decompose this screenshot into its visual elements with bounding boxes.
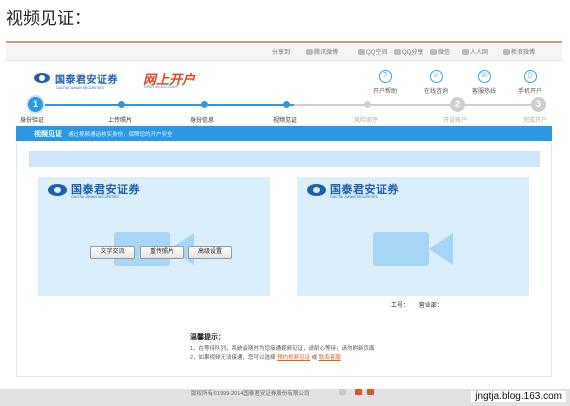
tips-line-2: 2，如果视频无法接通，您可以选择 预约视频见证 或 联系客服 bbox=[190, 355, 341, 361]
brand-logo-icon bbox=[307, 184, 326, 196]
mobile-open-link[interactable]: ▯ 手机开户 bbox=[510, 70, 550, 95]
brand-subtitle: GUOTAI JUNAN SECURITIES bbox=[56, 86, 104, 90]
brand-name: 国泰君安证券 bbox=[55, 75, 118, 86]
status-strip bbox=[29, 151, 540, 167]
book-video-link[interactable]: 预约视频见证 bbox=[277, 355, 310, 361]
page-caption: 视频见证： bbox=[6, 9, 91, 29]
contact-service-link[interactable]: 联系客服 bbox=[319, 355, 341, 361]
agent-info: 工号： 营业部： bbox=[391, 300, 443, 309]
section-subtitle: 通过视频通话核实身份，保障您的开户安全 bbox=[68, 132, 173, 138]
brand-logo-icon bbox=[48, 184, 67, 196]
panel-brand-subtitle: GUOTAI JUNAN SECURITIES bbox=[330, 195, 378, 199]
sina-weibo-icon bbox=[503, 49, 510, 56]
qzone-icon bbox=[358, 49, 365, 56]
step-1-circle: 1 bbox=[28, 97, 43, 112]
agent-id-label: 工号： bbox=[391, 303, 410, 309]
step-label-complete: 完成开户 bbox=[523, 118, 548, 124]
step-label-identity-verify: 身份验证 bbox=[20, 118, 45, 124]
progress-track-done bbox=[31, 104, 294, 106]
tips-heading: 温馨提示： bbox=[190, 334, 225, 341]
page-footer: 版权所有©1999-2014国泰君安证券股份有限公司 jngtja.blog.1… bbox=[0, 389, 570, 406]
customer-video-panel: 国泰君安证券 GUOTAI JUNAN SECURITIES bbox=[38, 177, 270, 296]
progress-track-todo bbox=[294, 104, 538, 106]
consult-icon: ☺ bbox=[429, 70, 443, 83]
footer-cert-icon bbox=[367, 389, 374, 395]
step-3-circle: 3 bbox=[531, 97, 546, 112]
tencent-weibo-icon bbox=[306, 49, 313, 56]
step-risk-dot bbox=[364, 101, 371, 108]
copyright-text: 版权所有©1999-2014国泰君安证券股份有限公司 bbox=[191, 391, 310, 397]
mobile-icon: ▯ bbox=[523, 70, 537, 83]
share-qzone[interactable]: QQ空间 bbox=[358, 47, 387, 56]
blog-watermark: jngtja.blog.163.com bbox=[471, 391, 566, 402]
online-consult-link[interactable]: ☺ 在线咨询 bbox=[416, 70, 456, 95]
step-label-risk: 风险测评 bbox=[354, 118, 379, 124]
step-label-open-account: 开设账户 bbox=[443, 118, 468, 124]
share-qq[interactable]: QQ分享 bbox=[394, 47, 423, 56]
step-label-upload: 上传照片 bbox=[108, 118, 133, 124]
help-icon: ? bbox=[378, 70, 392, 83]
share-label: 分享到 bbox=[272, 50, 291, 56]
advanced-settings-button[interactable]: 高级设置 bbox=[188, 246, 232, 259]
step-video-dot bbox=[283, 101, 290, 108]
step-upload-dot bbox=[118, 101, 125, 108]
online-account-subtitle: OPEN AN ACCOUNT bbox=[144, 85, 178, 89]
share-sina-weibo[interactable]: 新浪微博 bbox=[503, 47, 535, 56]
hotline-link[interactable]: ☏ 客服热线 bbox=[464, 70, 504, 95]
agent-video-panel: 国泰君安证券 GUOTAI JUNAN SECURITIES bbox=[297, 177, 529, 296]
share-tencent-weibo[interactable]: 腾讯微博 bbox=[306, 47, 338, 56]
help-link[interactable]: ? 开户帮助 bbox=[365, 70, 405, 95]
section-bar: 视频见证 通过视频通话核实身份，保障您的开户安全 bbox=[16, 126, 552, 141]
share-wechat[interactable]: 微信 bbox=[430, 47, 450, 56]
video-camera-icon bbox=[373, 232, 453, 266]
share-bar: 分享到 腾讯微博 QQ空间 QQ分享 微信 人人网 新浪微博 bbox=[6, 43, 562, 61]
section-title: 视频见证 bbox=[34, 131, 62, 138]
progress-steps: 1 2 3 身份验证 上传照片 身份信息 视频见证 风险测评 开设账户 完成开户 bbox=[6, 97, 562, 124]
step-label-identity-info: 身份信息 bbox=[190, 118, 215, 124]
reupload-photo-button[interactable]: 重传照片 bbox=[140, 246, 184, 259]
brand-logo-icon bbox=[34, 73, 50, 83]
video-content: 国泰君安证券 GUOTAI JUNAN SECURITIES 国泰君安证券 GU… bbox=[16, 141, 552, 377]
step-identity-dot bbox=[201, 101, 208, 108]
text-chat-button[interactable]: 文字交流 bbox=[90, 246, 135, 259]
step-label-video: 视频见证 bbox=[273, 118, 298, 124]
wechat-icon bbox=[430, 49, 437, 56]
tips-line-1: 1，在等待队列，系统会随时为您接通视频见证，请耐心等待，请勿刷新页面 bbox=[190, 346, 375, 352]
footer-cert-icon bbox=[355, 389, 362, 395]
footer-badge-icon bbox=[339, 389, 346, 395]
panel-brand-subtitle: GUOTAI JUNAN SECURITIES bbox=[71, 195, 119, 199]
qq-share-icon bbox=[394, 49, 401, 56]
account-opening-window: 分享到 腾讯微博 QQ空间 QQ分享 微信 人人网 新浪微博 国泰君安证券 GU… bbox=[6, 41, 562, 389]
share-renren[interactable]: 人人网 bbox=[462, 47, 488, 56]
step-2-circle: 2 bbox=[450, 97, 465, 112]
renren-icon bbox=[462, 49, 469, 56]
agent-branch-label: 营业部： bbox=[418, 303, 443, 309]
hotline-icon: ☏ bbox=[477, 70, 491, 83]
